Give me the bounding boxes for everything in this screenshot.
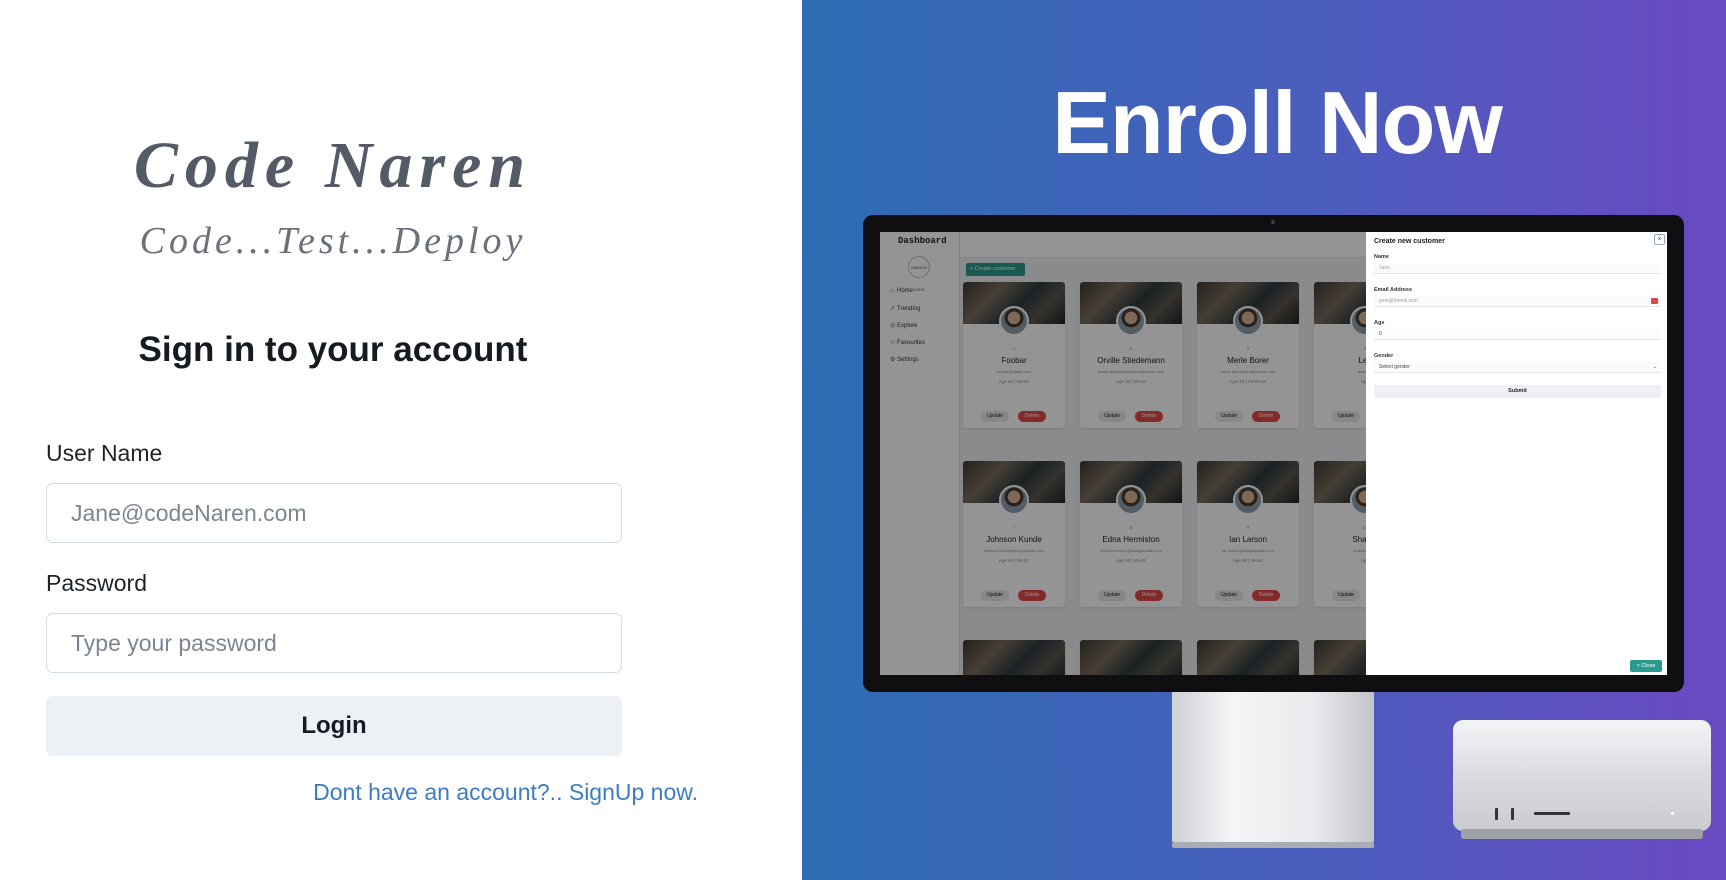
username-input[interactable]	[46, 483, 622, 543]
sd-slot	[1534, 812, 1570, 815]
page-title: Sign in to your account	[138, 330, 528, 369]
dashboard-screenshot: Dashboard AMIGOS CODE ⌂ Home ↗ Trending ◎ E…	[880, 232, 1667, 675]
email-field: jane@formik.com	[1374, 296, 1661, 307]
chevron-down-icon: ⌄	[1652, 364, 1657, 370]
email-label: Email Address	[1374, 287, 1413, 293]
close-icon: ×	[1654, 234, 1665, 245]
warning-icon	[1651, 298, 1658, 304]
gender-select: Select gender ⌄	[1374, 362, 1661, 373]
monitor-image: Dashboard AMIGOS CODE ⌂ Home ↗ Trending ◎ E…	[863, 215, 1684, 692]
signup-link[interactable]: Dont have an account?.. SignUp now.	[313, 779, 698, 806]
name-label: Name	[1374, 254, 1389, 260]
enroll-title: Enroll Now	[1052, 73, 1503, 172]
gender-label: Gender	[1374, 353, 1394, 359]
mac-studio-image	[1453, 720, 1711, 839]
name-field: Jane	[1374, 263, 1661, 274]
promo-panel: Enroll Now Dashboard AMIGOS CODE ⌂ Home ↗…	[802, 0, 1726, 880]
brand-title: Code Naren	[133, 129, 533, 202]
gender-value: Select gender	[1379, 364, 1410, 370]
age-label: Age	[1374, 320, 1385, 326]
camera-dot	[1271, 220, 1275, 224]
monitor-stand	[1172, 692, 1374, 848]
submit-button: Submit	[1374, 385, 1661, 398]
login-panel: Code Naren Code...Test...Deploy Sign in …	[0, 0, 802, 880]
password-input[interactable]	[46, 613, 622, 673]
modal-overlay	[880, 232, 1366, 675]
power-led	[1671, 812, 1674, 815]
email-placeholder: jane@formik.com	[1379, 298, 1418, 304]
username-label: User Name	[46, 440, 163, 466]
usb-port	[1495, 808, 1498, 820]
brand-tagline: Code...Test...Deploy	[139, 220, 527, 262]
studio-base	[1461, 829, 1703, 839]
create-customer-drawer: Create new customer × Name Jane Email Ad…	[1366, 232, 1667, 675]
age-field: 0	[1374, 329, 1661, 340]
usb-port	[1511, 808, 1514, 820]
password-label: Password	[46, 570, 147, 596]
drawer-title: Create new customer	[1374, 238, 1445, 245]
close-button: × Close	[1630, 660, 1662, 672]
login-button[interactable]: Login	[46, 696, 622, 756]
